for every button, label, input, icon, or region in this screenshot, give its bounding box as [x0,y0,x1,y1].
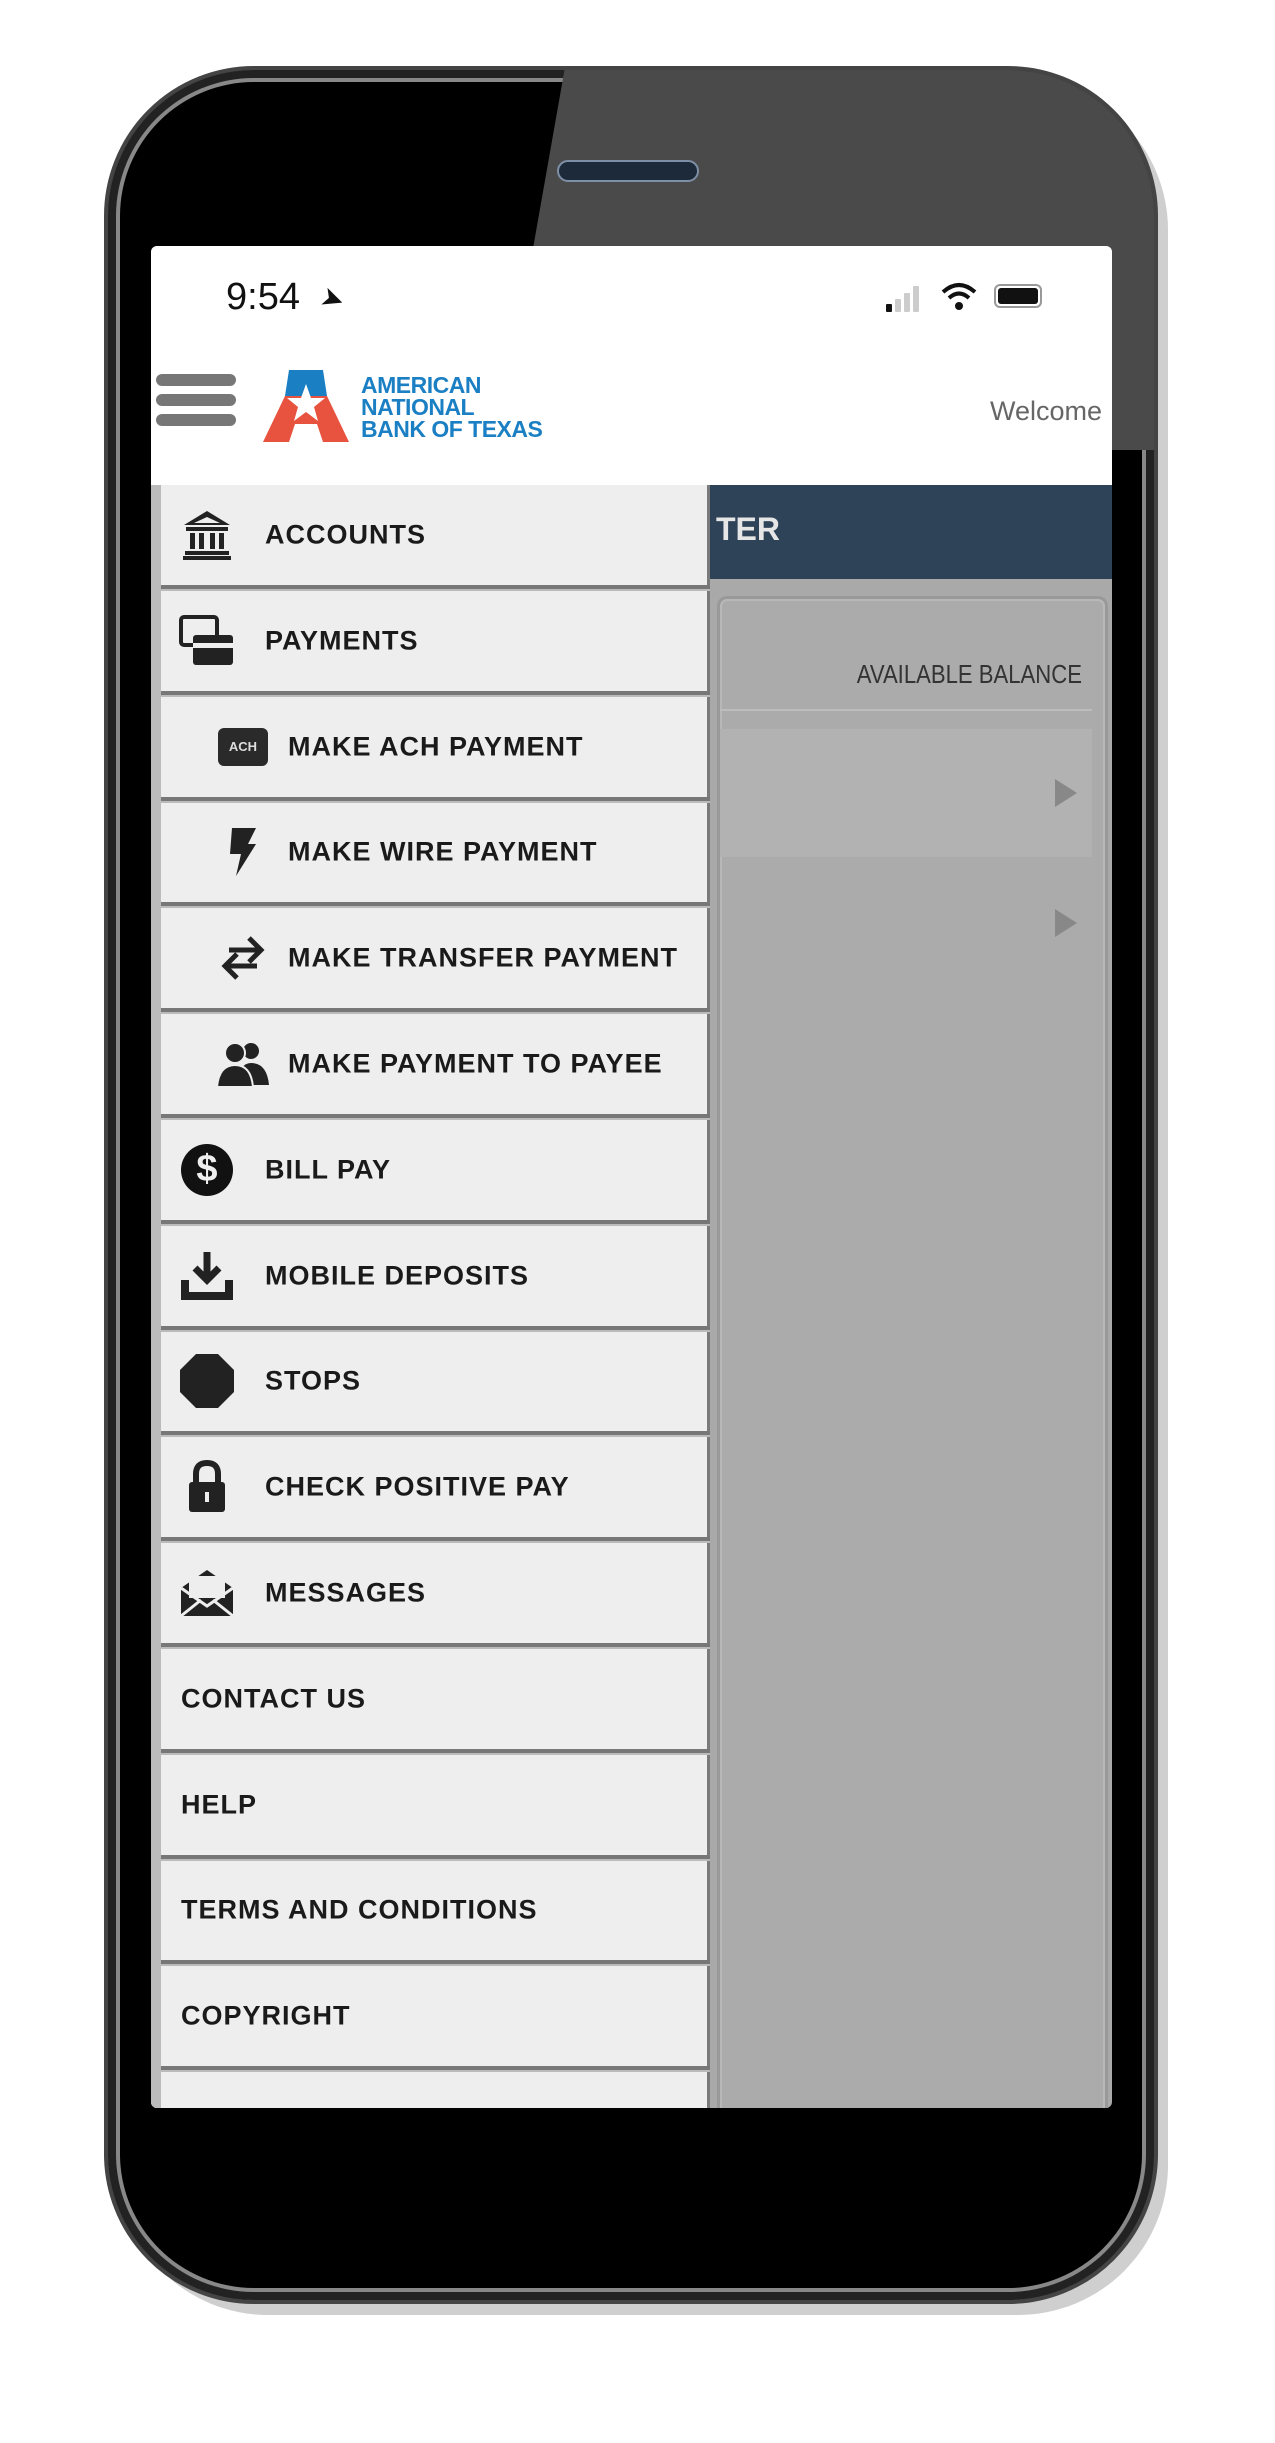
account-row[interactable] [720,729,1092,857]
people-icon [213,1034,273,1094]
menu-item-stops[interactable]: STOPS [161,1331,710,1436]
menu-item-label: BILL PAY [265,1154,392,1185]
location-arrow-icon: ➤ [316,279,350,318]
card-header: AVAILABLE BALANCE [720,619,1092,711]
payments-icon [177,611,237,671]
menu-item-check-positive-pay[interactable]: CHECK POSITIVE PAY [161,1437,710,1542]
download-tray-icon [177,1246,237,1306]
wifi-icon [941,283,977,310]
menu-item-label: MAKE TRANSFER PAYMENT [288,942,679,973]
menu-item-label: TERMS AND CONDITIONS [181,1894,538,1925]
menu-item-label: PAYMENTS [265,625,419,656]
chevron-right-icon [1055,779,1077,807]
menu-item-accounts[interactable]: ACCOUNTS [161,485,710,589]
menu-item-make-ach-payment[interactable]: ACH MAKE ACH PAYMENT [161,697,710,801]
menu-item-label: MAKE WIRE PAYMENT [288,836,598,867]
menu-item-mobile-deposits[interactable]: MOBILE DEPOSITS [161,1226,710,1330]
screen: 9:54 ➤ AMERICAN NATIONAL BANK OF TEXAS W… [151,246,1112,2108]
bank-logo-star-icon [263,370,349,442]
menu-item-label: MOBILE DEPOSITS [265,1260,530,1291]
ach-icon: ACH [213,717,273,777]
menu-item-payments[interactable]: PAYMENTS [161,591,710,695]
menu-item-terms-and-conditions[interactable]: TERMS AND CONDITIONS [161,1860,710,1965]
menu-item-label: MESSAGES [265,1577,427,1608]
app-header: AMERICAN NATIONAL BANK OF TEXAS Welcome [151,356,1112,487]
available-balance-header: AVAILABLE BALANCE [856,659,1082,689]
signal-icon [886,286,926,312]
bank-logo-text: AMERICAN NATIONAL BANK OF TEXAS [361,372,543,442]
transfer-arrows-icon [213,928,273,988]
menu-item-label: CHECK POSITIVE PAY [265,1471,570,1502]
hamburger-menu-icon[interactable] [156,374,236,434]
menu-item-label: COPYRIGHT [181,2000,351,2031]
menu-item-blank[interactable] [161,2072,710,2108]
bank-icon [177,505,237,565]
menu-item-label: MAKE PAYMENT TO PAYEE [288,1048,663,1079]
lock-icon [177,1457,237,1517]
menu-item-label: STOPS [265,1365,362,1396]
menu-item-label: HELP [181,1789,258,1820]
envelope-icon [177,1563,237,1623]
menu-item-make-payment-to-payee[interactable]: MAKE PAYMENT TO PAYEE [161,1014,710,1118]
status-bar: 9:54 ➤ [151,246,1112,356]
menu-item-messages[interactable]: MESSAGES [161,1543,710,1647]
menu-item-help[interactable]: HELP [161,1755,710,1859]
side-menu: ACCOUNTS PAYMENTS ACH MAKE ACH PAYMENT MAKE … [151,485,710,2108]
battery-icon [994,284,1042,308]
dollar-circle-icon: $ [177,1140,237,1200]
menu-item-make-transfer-payment[interactable]: MAKE TRANSFER PAYMENT [161,908,710,1013]
menu-item-copyright[interactable]: COPYRIGHT [161,1966,710,2071]
page-title-bar: TER [710,485,1112,579]
lightning-icon [213,822,273,882]
octagon-icon [177,1351,237,1411]
menu-item-label: CONTACT US [181,1683,366,1714]
page-title: TER [716,511,780,547]
welcome-text: Welcome [989,396,1102,426]
menu-item-bill-pay[interactable]: $ BILL PAY [161,1120,710,1224]
chevron-right-icon [1055,909,1077,937]
account-row[interactable] [720,859,1092,987]
status-time: 9:54 [226,276,300,318]
speaker [557,160,699,182]
menu-item-contact-us[interactable]: CONTACT US [161,1649,710,1753]
menu-item-label: ACCOUNTS [265,519,426,550]
accounts-card: AVAILABLE BALANCE [717,596,1108,2108]
menu-item-make-wire-payment[interactable]: MAKE WIRE PAYMENT [161,802,710,907]
menu-item-label: MAKE ACH PAYMENT [288,731,584,762]
